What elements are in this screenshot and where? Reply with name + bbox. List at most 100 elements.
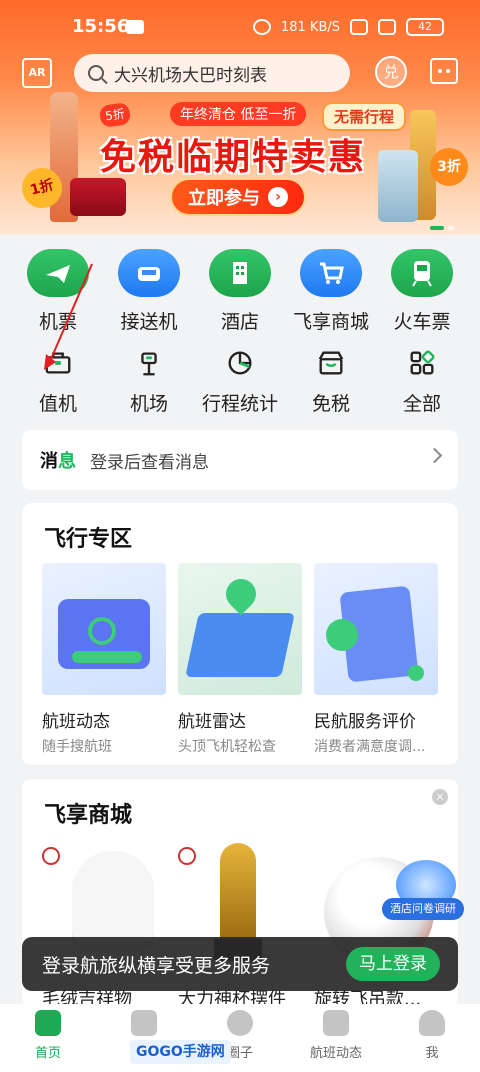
tab-label: 圈子 — [226, 1046, 253, 1061]
service-train[interactable]: 火车票 — [382, 249, 462, 334]
login-now-button[interactable]: 马上登录 — [346, 947, 440, 981]
section-title: 飞享商城 — [44, 803, 133, 828]
alarm-icon — [252, 19, 271, 35]
service-label: 机票 — [38, 311, 77, 333]
service-trip-stats[interactable]: 行程统计 — [200, 347, 280, 416]
service-duty-free[interactable]: 免税 — [291, 347, 371, 416]
chat-bubble-icon — [227, 1010, 253, 1036]
service-label: 接送机 — [120, 311, 178, 333]
flight-status-item[interactable]: 航班动态 随手搜航班 — [42, 563, 166, 756]
tab-flight-status[interactable]: 航班动态 — [291, 1010, 381, 1072]
service-label: 全部 — [402, 393, 441, 415]
flight-radar-illustration — [178, 563, 302, 695]
primary-services: 机票 接送机 酒店 飞享商城 火车票 — [0, 249, 480, 334]
service-flights[interactable]: 机票 — [18, 249, 98, 334]
service-label: 行程统计 — [201, 393, 278, 415]
redeem-button[interactable]: 兑 — [375, 56, 407, 88]
service-review-item[interactable]: 民航服务评价 消费者满意度调... — [314, 563, 438, 756]
join-now-label: 立即参与 — [188, 188, 260, 209]
service-mall[interactable]: 飞享商城 — [291, 249, 371, 334]
checkin-icon — [42, 347, 74, 379]
login-prompt-text: 登录航旅纵横享受更多服务 — [42, 954, 271, 977]
pie-chart-icon — [224, 347, 256, 379]
service-airport[interactable]: 机场 — [109, 347, 189, 416]
train-icon — [391, 249, 453, 297]
join-now-button[interactable]: 立即参与 › — [170, 178, 306, 216]
plane-icon — [323, 1010, 349, 1036]
bottom-tab-bar: 首页 圈子 航班动态 我 — [0, 1004, 480, 1072]
search-placeholder: 大兴机场大巴时刻表 — [114, 65, 267, 86]
car-icon — [118, 249, 180, 297]
service-label: 机场 — [129, 393, 168, 415]
service-checkin[interactable]: 值机 — [18, 347, 98, 416]
status-bar: 15:56 181 KB/S 42 — [0, 14, 480, 44]
item-sub: 消费者满意度调... — [314, 739, 426, 755]
tab-label: 我 — [425, 1046, 439, 1061]
flight-zone-card: 飞行专区 航班动态 随手搜航班 航班雷达 头顶飞机轻松查 民航服务评价 消费者满… — [22, 503, 458, 765]
hotel-icon — [209, 249, 271, 297]
top-banner-area: 15:56 181 KB/S 42 AR 大兴机场大巴时刻表 兑 5折 1折 3… — [0, 0, 480, 235]
notification-icon — [126, 20, 144, 34]
battery-icon: 42 — [406, 18, 444, 36]
status-icons: 181 KB/S 42 — [252, 18, 444, 36]
secondary-services: 值机 机场 行程统计 免税 全部 — [0, 347, 480, 416]
service-grid: 机票 接送机 酒店 飞享商城 火车票 值机 机场 行程统计 免税 全部 — [0, 235, 480, 425]
fragrance-bottle-image — [378, 150, 418, 222]
ar-scan-button[interactable]: AR — [22, 58, 52, 88]
service-hotel[interactable]: 酒店 — [200, 249, 280, 334]
service-review-illustration — [314, 563, 438, 695]
mascot-plush-image — [72, 851, 154, 951]
net-speed: 181 KB/S — [280, 19, 340, 35]
official-badge-icon — [42, 847, 60, 865]
promo-tag-right: 无需行程 — [322, 102, 407, 131]
section-title: 飞行专区 — [44, 527, 133, 552]
airport-icon — [133, 347, 165, 379]
status-time: 15:56 — [72, 16, 130, 37]
tab-label: 航班动态 — [309, 1046, 362, 1061]
service-label: 火车票 — [393, 311, 451, 333]
item-name: 航班雷达 — [178, 712, 246, 732]
service-all[interactable]: 全部 — [382, 347, 462, 416]
login-prompt: 登录航旅纵横享受更多服务 马上登录 — [22, 937, 458, 991]
discount-badge-3: 3折 — [430, 148, 468, 186]
promo-title[interactable]: 免税临期特卖惠 — [100, 128, 366, 180]
plane-icon — [27, 249, 89, 297]
service-label: 免税 — [311, 393, 350, 415]
tab-me[interactable]: 我 — [387, 1010, 477, 1072]
search-icon — [88, 65, 104, 81]
messages-label-a: 消 — [40, 451, 58, 472]
promo-tag: 年终清仓 低至一折 — [170, 102, 307, 126]
message-icon[interactable] — [430, 58, 458, 84]
item-sub: 随手搜航班 — [42, 739, 112, 755]
suitcase-icon — [131, 1010, 157, 1036]
official-badge-icon — [178, 847, 196, 865]
tab-home[interactable]: 首页 — [3, 1010, 93, 1072]
flight-radar-item[interactable]: 航班雷达 头顶飞机轻松查 — [178, 563, 302, 756]
tab-label: 首页 — [34, 1046, 61, 1061]
grid-icon — [406, 347, 438, 379]
cart-icon — [300, 249, 362, 297]
trophy-image — [220, 843, 256, 943]
store-icon — [315, 347, 347, 379]
signal-icon — [378, 19, 396, 35]
home-icon — [35, 1010, 61, 1036]
discount-badge-5: 5折 — [98, 102, 132, 128]
messages-bar[interactable]: 消息 登录后查看消息 — [22, 430, 458, 490]
service-label: 飞享商城 — [292, 311, 369, 333]
messages-label-b: 息 — [58, 451, 76, 472]
flight-status-illustration — [42, 563, 166, 695]
arrow-right-icon: › — [268, 187, 288, 207]
cream-jar-image — [70, 178, 126, 216]
close-icon[interactable]: × — [432, 789, 448, 805]
hotel-survey-float[interactable]: 酒店问卷调研 — [382, 860, 464, 930]
service-label: 值机 — [38, 393, 77, 415]
user-icon — [419, 1010, 445, 1036]
service-transfer[interactable]: 接送机 — [109, 249, 189, 334]
messages-text: 登录后查看消息 — [90, 452, 209, 473]
chevron-right-icon — [426, 447, 443, 464]
survey-label: 酒店问卷调研 — [382, 898, 464, 920]
wifi-icon — [350, 19, 368, 35]
item-name: 航班动态 — [42, 712, 110, 732]
search-bar[interactable]: 大兴机场大巴时刻表 — [74, 54, 350, 92]
item-name: 民航服务评价 — [314, 712, 416, 732]
